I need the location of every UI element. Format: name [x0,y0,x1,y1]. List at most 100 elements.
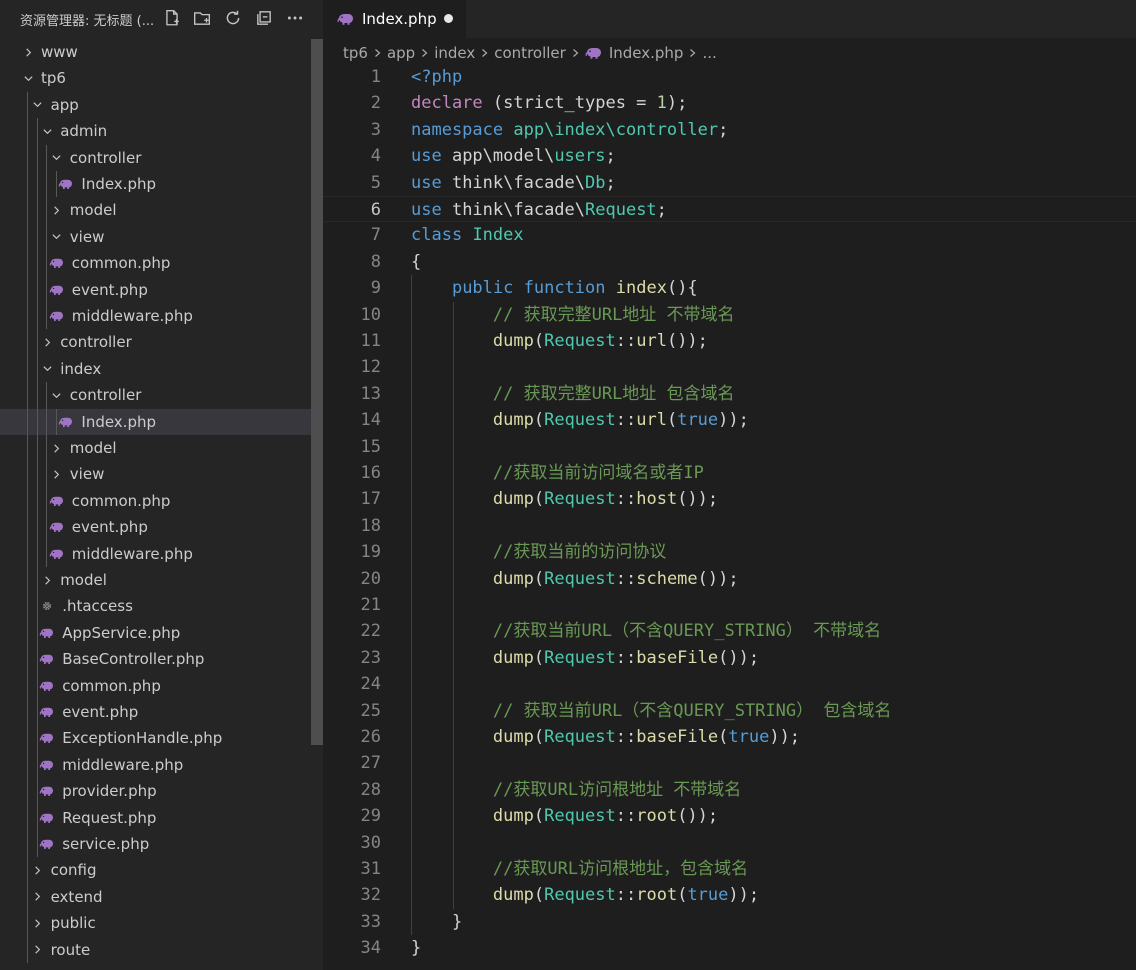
code-line[interactable]: 19 //获取当前的访问协议 [323,539,1136,565]
tree-folder-controller[interactable]: controller [0,329,323,355]
code-line[interactable]: 1 <?php [323,64,1136,90]
code-line[interactable]: 6 use think\facade\Request; [323,196,1136,223]
tree-file-middleware-php[interactable]: middleware.php [0,541,323,567]
code-line[interactable]: 27 [323,750,1136,776]
tree-file-common-php[interactable]: common.php [0,488,323,514]
new-folder-icon[interactable] [190,6,214,30]
chevron-down-icon[interactable] [41,363,53,375]
code-line[interactable]: 9 public function index(){ [323,275,1136,301]
chevron-right-icon[interactable] [41,574,53,586]
tree-file-provider-php[interactable]: provider.php [0,778,323,804]
code-line[interactable]: 29 dump(Request::root()); [323,803,1136,829]
tree-file-appservice-php[interactable]: AppService.php [0,620,323,646]
code-line[interactable]: 25 // 获取当前URL（不含QUERY_STRING） 包含域名 [323,698,1136,724]
chevron-down-icon[interactable] [32,99,44,111]
tree-file-common-php[interactable]: common.php [0,250,323,276]
chevron-right-icon[interactable] [32,891,44,903]
tree-folder-www[interactable]: www [0,39,323,65]
breadcrumb-file[interactable]: Index.php [609,44,684,62]
tree-file-request-php[interactable]: Request.php [0,805,323,831]
breadcrumb-symbols[interactable]: ... [702,44,716,62]
chevron-right-icon[interactable] [22,46,34,58]
code-line[interactable]: 33 } [323,909,1136,935]
tree-folder-model[interactable]: model [0,435,323,461]
code-line[interactable]: 22 //获取当前URL（不含QUERY_STRING） 不带域名 [323,618,1136,644]
chevron-down-icon[interactable] [51,152,63,164]
code-line[interactable]: 15 [323,434,1136,460]
tree-folder-route[interactable]: route [0,937,323,963]
tree-file-exceptionhandle-php[interactable]: ExceptionHandle.php [0,725,323,751]
chevron-down-icon[interactable] [41,125,53,137]
tree-folder-model[interactable]: model [0,567,323,593]
tree-folder-tp6[interactable]: tp6 [0,65,323,91]
code-line[interactable]: 11 dump(Request::url()); [323,328,1136,354]
code-line[interactable]: 12 [323,354,1136,380]
code-line[interactable]: 30 [323,830,1136,856]
code-line[interactable]: 21 [323,592,1136,618]
chevron-right-icon[interactable] [51,468,63,480]
code-line[interactable]: 16 //获取当前访问域名或者IP [323,460,1136,486]
tree-folder-extend[interactable]: extend [0,884,323,910]
tab-index-php[interactable]: Index.php [323,0,466,38]
tree-file-basecontroller-php[interactable]: BaseController.php [0,646,323,672]
breadcrumb-controller[interactable]: controller [494,44,566,62]
chevron-right-icon[interactable] [32,864,44,876]
code-line[interactable]: 13 // 获取完整URL地址 包含域名 [323,381,1136,407]
code-line[interactable]: 2 declare (strict_types = 1); [323,90,1136,116]
tree-file-common-php[interactable]: common.php [0,673,323,699]
tree-folder-app[interactable]: app [0,92,323,118]
tree-file-index-php[interactable]: Index.php [0,171,323,197]
tree-folder-view[interactable]: view [0,461,323,487]
tree-file-service-php[interactable]: service.php [0,831,323,857]
chevron-down-icon[interactable] [51,389,63,401]
tree-file-index-php[interactable]: Index.php [0,408,323,435]
code-line[interactable]: 23 dump(Request::baseFile()); [323,645,1136,671]
tree-folder-controller[interactable]: controller [0,145,323,171]
code-line[interactable]: 8{ [323,249,1136,275]
code-line[interactable]: 18 [323,513,1136,539]
breadcrumb-tp6[interactable]: tp6 [343,44,368,62]
breadcrumb-index[interactable]: index [434,44,475,62]
tree-folder-config[interactable]: config [0,857,323,883]
code-editor[interactable]: 1 <?php 2 declare (strict_types = 1); 3 names… [323,64,1136,970]
code-line[interactable]: 28 //获取URL访问根地址 不带域名 [323,777,1136,803]
tree-file-middleware-php[interactable]: middleware.php [0,303,323,329]
breadcrumb-app[interactable]: app [387,44,415,62]
code-line[interactable]: 17 dump(Request::host()); [323,486,1136,512]
tree-file-event-php[interactable]: event.php [0,514,323,540]
code-line[interactable]: 4 use app\model\users; [323,143,1136,169]
tree-folder-model[interactable]: model [0,197,323,223]
code-line[interactable]: 14 dump(Request::url(true)); [323,407,1136,433]
unsaved-dot-icon[interactable] [444,14,453,23]
code-line[interactable]: 24 [323,671,1136,697]
refresh-icon[interactable] [221,6,245,30]
tree-folder-public[interactable]: public [0,910,323,936]
collapse-all-icon[interactable] [252,6,276,30]
tree-folder-admin[interactable]: admin [0,118,323,144]
code-line[interactable]: 31 //获取URL访问根地址，包含域名 [323,856,1136,882]
chevron-right-icon[interactable] [51,204,63,216]
code-line[interactable]: 26 dump(Request::baseFile(true)); [323,724,1136,750]
sidebar-scrollbar[interactable] [311,39,323,745]
tree-file-event-php[interactable]: event.php [0,277,323,303]
chevron-right-icon[interactable] [32,944,44,956]
code-line[interactable]: 34} [323,935,1136,961]
code-line[interactable]: 7 class Index [323,222,1136,248]
tree-folder-controller[interactable]: controller [0,382,323,408]
code-line[interactable]: 10 // 获取完整URL地址 不带域名 [323,302,1136,328]
tree-folder-index[interactable]: index [0,356,323,382]
tree-folder-view[interactable]: view [0,224,323,250]
tree-file-htaccess[interactable]: .htaccess [0,593,323,619]
code-line[interactable]: 3 namespace app\index\controller; [323,117,1136,143]
code-line[interactable]: 5 use think\facade\Db; [323,170,1136,196]
more-actions-icon[interactable] [283,6,307,30]
chevron-right-icon[interactable] [51,442,63,454]
chevron-down-icon[interactable] [22,72,34,84]
code-line[interactable]: 20 dump(Request::scheme()); [323,566,1136,592]
tree-file-event-php[interactable]: event.php [0,699,323,725]
chevron-right-icon[interactable] [41,336,53,348]
new-file-icon[interactable] [160,6,184,30]
tree-file-middleware-php[interactable]: middleware.php [0,752,323,778]
code-line[interactable]: 32 dump(Request::root(true)); [323,882,1136,908]
chevron-down-icon[interactable] [51,231,63,243]
